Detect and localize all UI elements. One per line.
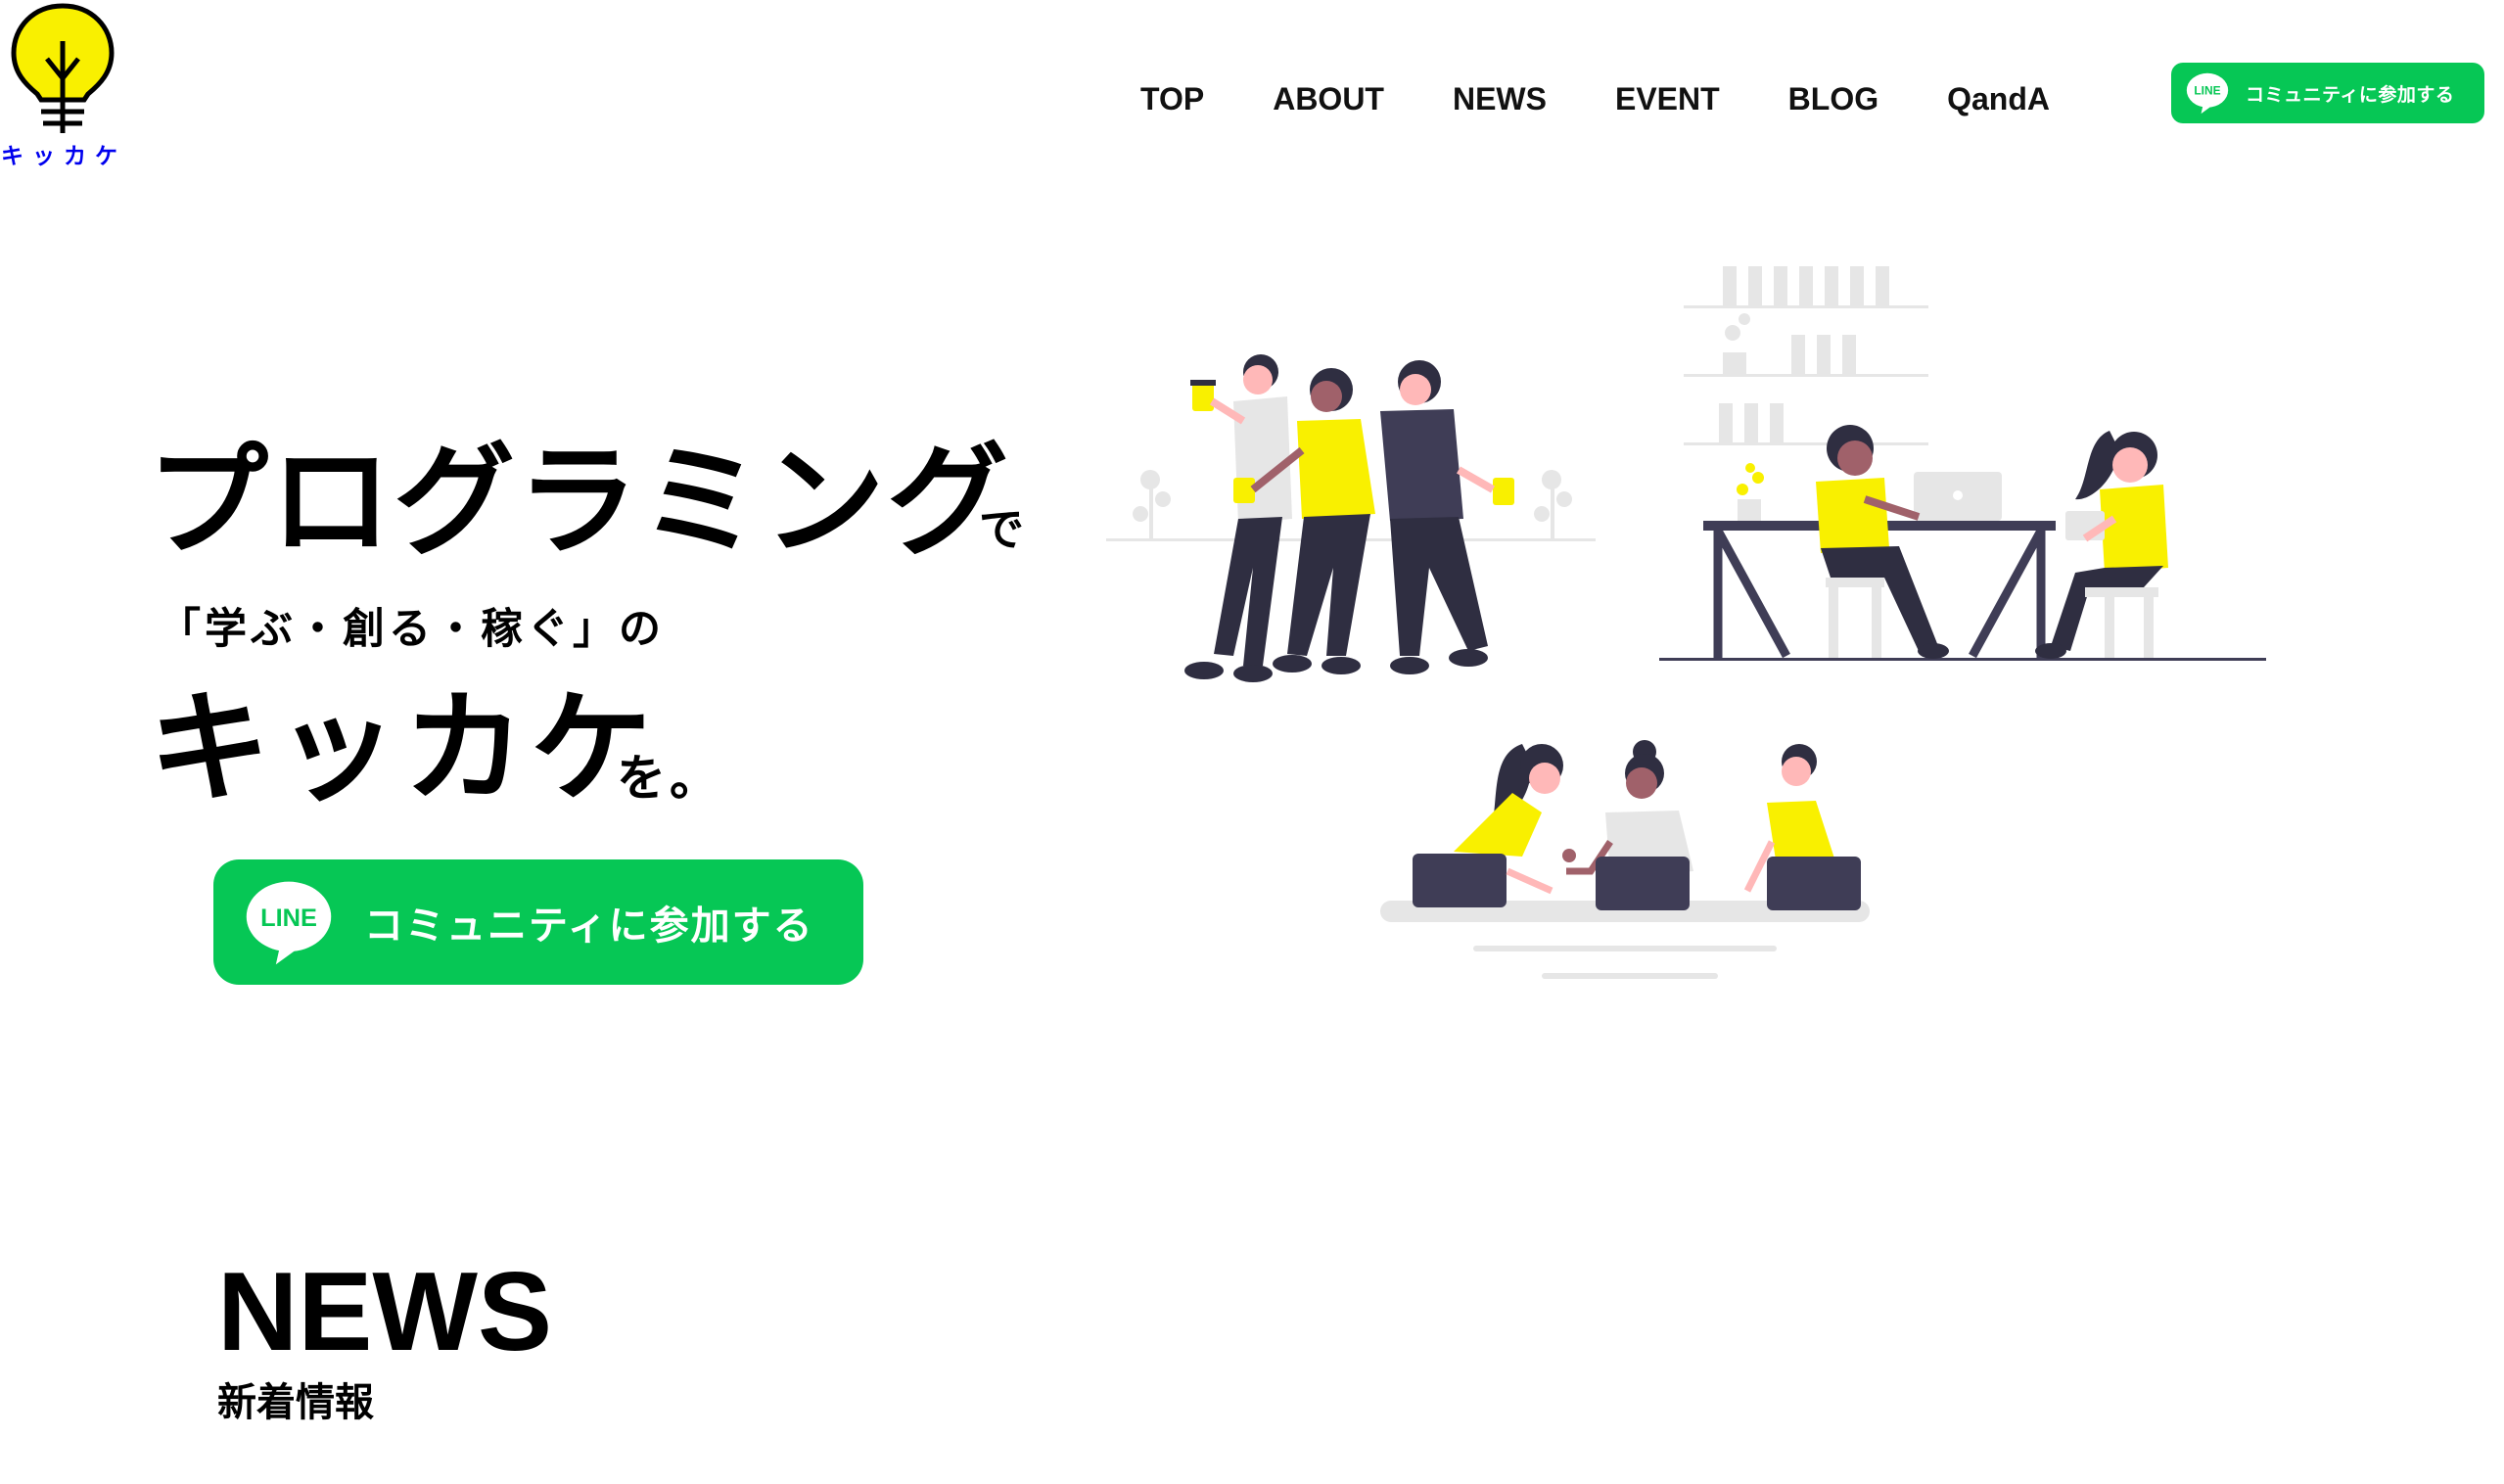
nav-item-about[interactable]: ABOUT: [1238, 74, 1418, 123]
hero-headline-programming: プログラミング: [147, 432, 1011, 573]
nav-item-news[interactable]: NEWS: [1418, 74, 1581, 123]
global-nav: TOP ABOUT NEWS EVENT BLOG QandA: [1106, 74, 2084, 123]
site-logo[interactable]: キッカケ: [0, 0, 127, 171]
hero-cta-label: コミュニティに参加する: [364, 904, 814, 949]
nav-item-blog[interactable]: BLOG: [1754, 74, 1913, 123]
header-cta-label: コミュニティに参加する: [2246, 83, 2455, 106]
logo-text: キッカケ: [1, 144, 126, 169]
header-join-community-button[interactable]: LINE コミュニティに参加する: [2171, 63, 2484, 123]
line-chat-icon: LINE: [2186, 72, 2229, 115]
nav-item-qanda[interactable]: QandA: [1913, 74, 2084, 123]
team-laptops-illustration: [1380, 740, 1870, 979]
office-desk-illustration: [1659, 266, 2266, 661]
light-bulb-icon: [11, 3, 115, 133]
line-chat-icon: LINE: [246, 881, 332, 965]
news-section-subtitle: 新着情報: [217, 1380, 374, 1425]
hero-headline-suffix-wo: を。: [617, 750, 722, 807]
news-section-title: NEWS: [217, 1250, 552, 1374]
line-badge-text: LINE: [260, 904, 317, 932]
line-badge-text: LINE: [2194, 83, 2220, 97]
nav-item-top[interactable]: TOP: [1106, 74, 1238, 123]
hero-headline-kikkake: キッカケ: [149, 678, 659, 819]
hero-headline-suffix-de: で: [979, 503, 1024, 556]
hero-join-community-button[interactable]: LINE コミュニティに参加する: [213, 859, 863, 985]
nav-item-event[interactable]: EVENT: [1581, 74, 1754, 123]
hero-subline: 「学ぶ・創る・稼ぐ」の: [159, 605, 665, 654]
friends-with-coffee-illustration: [1106, 354, 1596, 682]
